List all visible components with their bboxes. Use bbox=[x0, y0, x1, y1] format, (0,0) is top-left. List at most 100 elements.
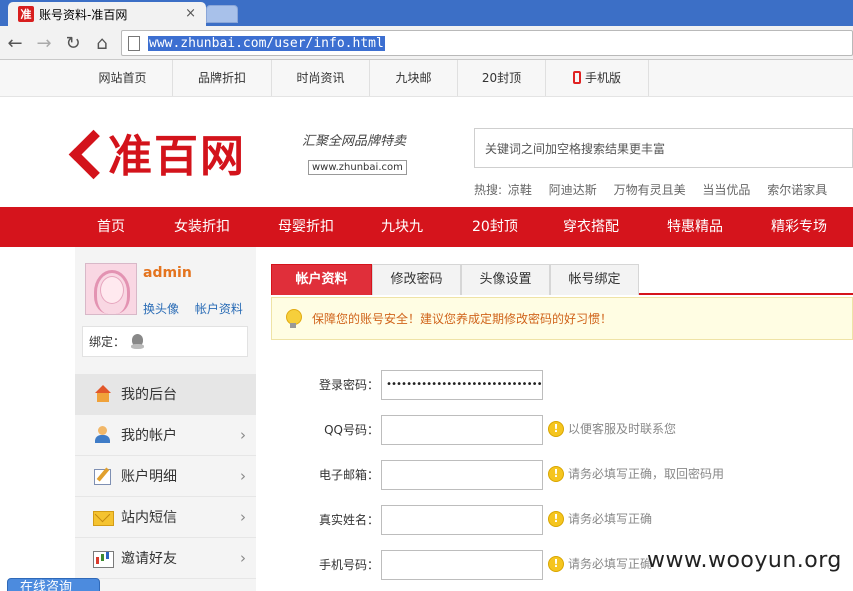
phone-hint: ! 请务必填写正确 bbox=[548, 555, 652, 572]
site-favicon-icon: 准 bbox=[18, 6, 34, 22]
hint-text: 请务必填写正确 bbox=[568, 512, 653, 526]
toplink-home[interactable]: 网站首页 bbox=[73, 60, 173, 96]
nav-item-nine[interactable]: 九块九 bbox=[381, 207, 423, 247]
address-bar[interactable]: www.zhunbai.com/user/info.html bbox=[121, 30, 853, 56]
sidebar-item-label: 账户明细 bbox=[121, 469, 177, 485]
bind-box: 绑定： bbox=[82, 326, 248, 357]
slogan-text: 汇聚全网品牌特卖 bbox=[302, 134, 407, 149]
name-hint: ! 请务必填写正确 bbox=[548, 510, 652, 527]
change-avatar-link[interactable]: 换头像 bbox=[143, 302, 179, 316]
main-nav: 首页 女装折扣 母婴折扣 九块九 20封顶 穿衣搭配 特惠精品 精彩专场 bbox=[0, 207, 853, 247]
name-label: 真实姓名： bbox=[318, 513, 379, 527]
form-row-name: 真实姓名： ! 请务必填写正确 bbox=[271, 505, 853, 535]
home-icon bbox=[93, 385, 113, 403]
logo-text: 准百网 bbox=[108, 131, 246, 182]
sidebar-item-invite[interactable]: 邀请好友 › bbox=[75, 538, 256, 579]
tab-avatar-settings[interactable]: 头像设置 bbox=[461, 264, 550, 295]
nav-item-outfit[interactable]: 穿衣搭配 bbox=[563, 207, 619, 247]
mail-icon bbox=[93, 508, 114, 526]
site-logo[interactable]: 准百网 bbox=[72, 124, 246, 182]
new-tab-button[interactable] bbox=[206, 5, 238, 23]
hot-word[interactable]: 万物有灵且美 bbox=[614, 183, 686, 197]
search-input[interactable]: 关键词之间加空格搜索结果更丰富 bbox=[474, 128, 853, 168]
form-row-qq: QQ号码： ! 以便客服及时联系您 bbox=[271, 415, 853, 445]
hot-word[interactable]: 阿迪达斯 bbox=[549, 183, 597, 197]
phone-icon bbox=[572, 71, 581, 84]
account-info-link[interactable]: 帐户资料 bbox=[195, 302, 243, 316]
tab-account-info[interactable]: 帐户资料 bbox=[271, 264, 372, 295]
avatar[interactable] bbox=[85, 263, 137, 315]
toplink-20-cap[interactable]: 20封顶 bbox=[458, 60, 546, 96]
toplink-fashion[interactable]: 时尚资讯 bbox=[272, 60, 370, 96]
tab-change-password[interactable]: 修改密码 bbox=[372, 264, 461, 295]
warning-icon: ! bbox=[548, 510, 564, 527]
back-arrow-icon[interactable]: ← bbox=[4, 32, 26, 54]
warning-icon: ! bbox=[548, 465, 564, 482]
sidebar-item-label: 邀请好友 bbox=[121, 551, 177, 567]
sidebar-item-account[interactable]: 我的帐户 › bbox=[75, 415, 256, 456]
form-row-password: 登录密码： •••••••••••••••••••••••••••••••• bbox=[271, 370, 853, 400]
page-icon bbox=[128, 35, 140, 51]
sidebar-item-messages[interactable]: 站内短信 › bbox=[75, 497, 256, 538]
edit-icon bbox=[93, 467, 113, 485]
sidebar-item-label: 我的帐户 bbox=[121, 428, 177, 444]
email-field[interactable] bbox=[381, 460, 543, 490]
sidebar-item-dashboard[interactable]: 我的后台 bbox=[75, 374, 256, 415]
chevron-right-icon: › bbox=[240, 467, 246, 485]
toplink-brand-discount[interactable]: 品牌折扣 bbox=[173, 60, 272, 96]
notice-text: 保障您的账号安全！建议您养成定期修改密码的好习惯！ bbox=[312, 312, 613, 326]
avatar-face bbox=[100, 276, 124, 304]
forward-arrow-icon[interactable]: → bbox=[33, 32, 55, 54]
nav-item-specials[interactable]: 特惠精品 bbox=[667, 207, 723, 247]
nav-item-women[interactable]: 女装折扣 bbox=[174, 207, 230, 247]
nav-item-featured[interactable]: 精彩专场 bbox=[771, 207, 827, 247]
reload-icon[interactable]: ↻ bbox=[62, 32, 84, 54]
qq-field[interactable] bbox=[381, 415, 543, 445]
phone-field[interactable] bbox=[381, 550, 543, 580]
real-name-field[interactable] bbox=[381, 505, 543, 535]
profile-tabs: 帐户资料 修改密码 头像设置 帐号绑定 bbox=[271, 264, 853, 295]
password-label: 登录密码： bbox=[318, 378, 379, 392]
hint-text: 请务必填写正确，取回密码用 bbox=[568, 467, 725, 481]
tab-title: 账号资料-准百网 bbox=[39, 7, 128, 22]
nav-item-home[interactable]: 首页 bbox=[97, 207, 125, 247]
hot-searches: 热搜: 凉鞋 阿迪达斯 万物有灵且美 当当优品 索尔诺家具 bbox=[474, 181, 840, 198]
nav-item-baby[interactable]: 母婴折扣 bbox=[278, 207, 334, 247]
browser-tab[interactable]: 准 账号资料-准百网 × bbox=[8, 2, 206, 26]
online-chat-button[interactable]: 在线咨询 bbox=[7, 578, 100, 591]
chevron-right-icon: › bbox=[240, 508, 246, 526]
hot-word[interactable]: 索尔诺家具 bbox=[767, 183, 827, 197]
qq-hint: ! 以便客服及时联系您 bbox=[548, 420, 676, 437]
hint-text: 以便客服及时联系您 bbox=[568, 422, 677, 436]
bind-label: 绑定： bbox=[89, 335, 126, 349]
phone-label: 手机号码： bbox=[318, 558, 379, 572]
form-row-email: 电子邮箱： ! 请务必填写正确，取回密码用 bbox=[271, 460, 853, 490]
username: admin bbox=[143, 265, 192, 281]
user-icon bbox=[93, 426, 113, 444]
hot-label: 热搜: bbox=[474, 183, 503, 197]
toplink-mobile[interactable]: 手机版 bbox=[546, 60, 649, 96]
browser-toolbar: ← → ↻ ⌂ www.zhunbai.com/user/info.html bbox=[0, 26, 853, 60]
nav-item-20-cap[interactable]: 20封顶 bbox=[472, 207, 518, 247]
chart-icon bbox=[93, 549, 114, 568]
chevron-right-icon: › bbox=[240, 549, 246, 567]
security-notice: 保障您的账号安全！建议您养成定期修改密码的好习惯！ bbox=[271, 297, 853, 340]
qq-icon[interactable] bbox=[131, 333, 145, 350]
sidebar-menu: 我的后台 我的帐户 › 账户明细 › 站内短信 › 邀请好友 › bbox=[75, 374, 256, 579]
warning-icon: ! bbox=[548, 555, 564, 572]
slogan: 汇聚全网品牌特卖 www.zhunbai.com bbox=[302, 130, 412, 178]
tab-account-binding[interactable]: 帐号绑定 bbox=[550, 264, 639, 295]
hot-word[interactable]: 凉鞋 bbox=[508, 183, 532, 197]
hot-word[interactable]: 当当优品 bbox=[702, 183, 750, 197]
home-icon[interactable]: ⌂ bbox=[91, 32, 113, 54]
sidebar-item-label: 站内短信 bbox=[121, 510, 177, 526]
qq-label: QQ号码： bbox=[324, 423, 379, 437]
browser-tabstrip: 准 账号资料-准百网 × bbox=[0, 0, 853, 26]
close-icon[interactable]: × bbox=[185, 6, 196, 21]
email-hint: ! 请务必填写正确，取回密码用 bbox=[548, 465, 724, 482]
toplink-jiukuaiyou[interactable]: 九块邮 bbox=[370, 60, 458, 96]
logo-mark-icon bbox=[72, 129, 102, 175]
url-text[interactable]: www.zhunbai.com/user/info.html bbox=[148, 35, 385, 51]
password-field[interactable]: •••••••••••••••••••••••••••••••• bbox=[381, 370, 543, 400]
sidebar-item-details[interactable]: 账户明细 › bbox=[75, 456, 256, 497]
